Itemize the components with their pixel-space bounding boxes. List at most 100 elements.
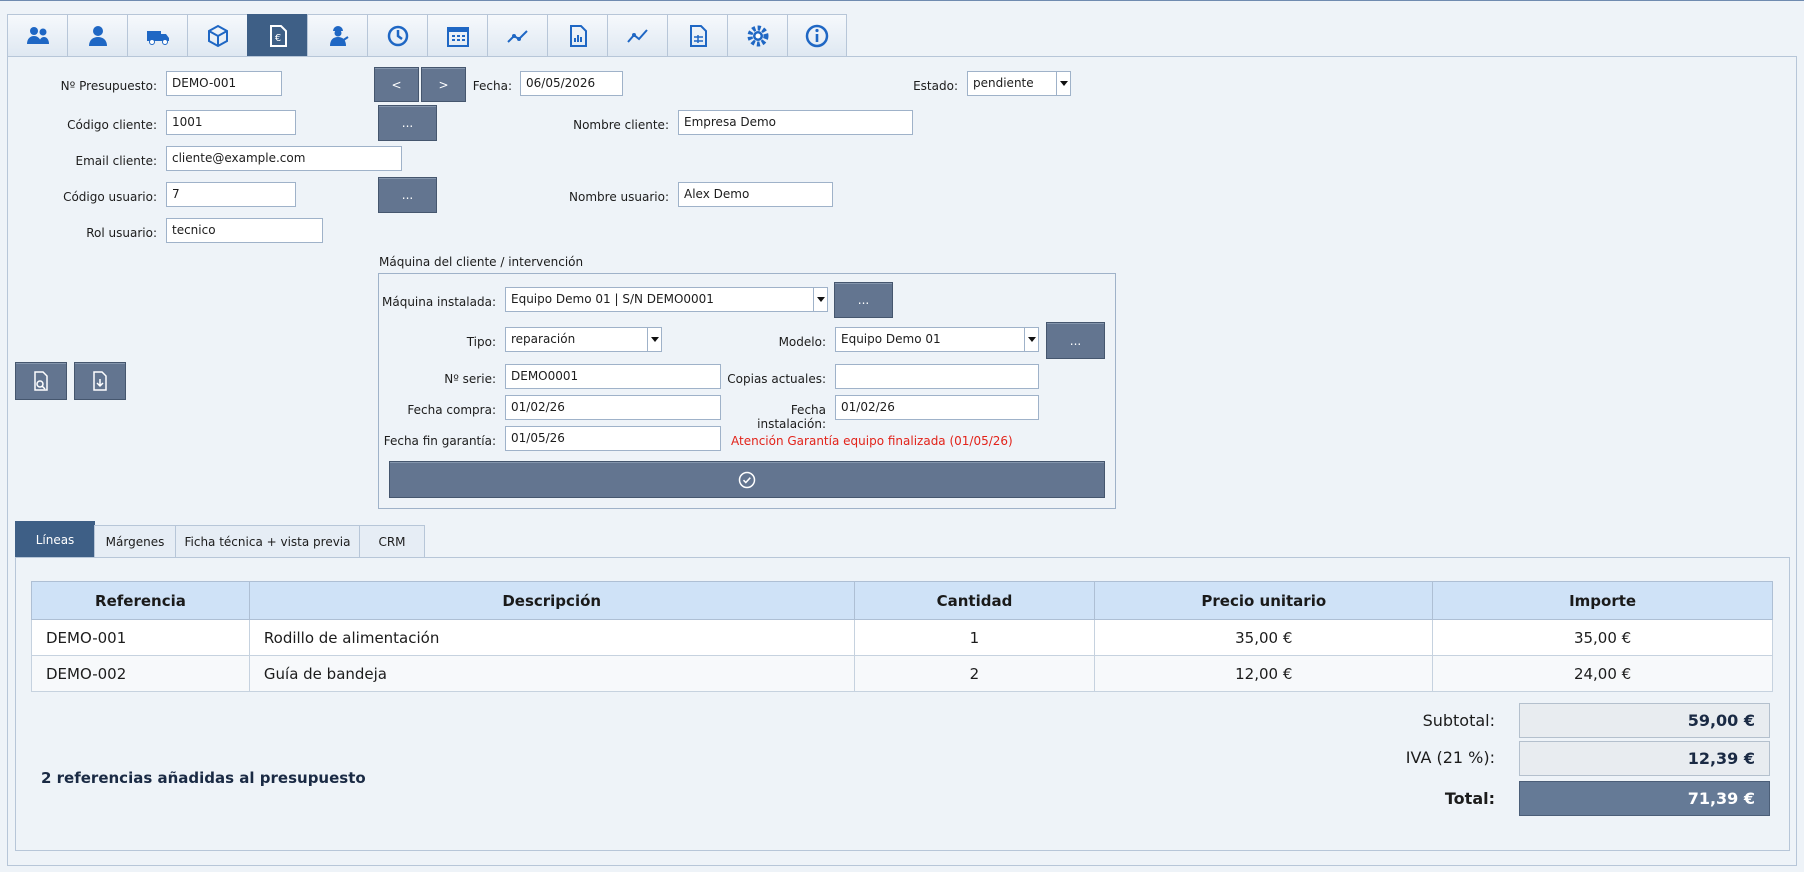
column-header-referencia[interactable]: Referencia [31,581,250,620]
subtotal-label: Subtotal: [1422,711,1495,730]
trend-chart-icon [626,28,648,43]
table-row[interactable]: DEMO-001 Rodillo de alimentación 1 35,00… [31,619,1773,656]
previous-button[interactable]: < [374,67,419,102]
chevron-down-icon[interactable] [813,288,827,311]
search-user-button[interactable]: ... [378,177,437,213]
spreadsheet-icon [689,24,707,47]
toolbar-settings-button[interactable] [727,14,787,57]
fecha-instalacion-input[interactable]: 01/02/26 [835,395,1039,420]
line-chart-icon [506,29,528,43]
column-header-precio-unitario[interactable]: Precio unitario [1094,581,1434,620]
clock-icon [387,25,408,46]
total-label: Total: [1444,789,1495,808]
toolbar-products-button[interactable] [187,14,247,57]
column-header-cantidad[interactable]: Cantidad [853,581,1096,620]
iva-label: IVA (21 %): [1405,748,1495,767]
cell-cantidad[interactable]: 2 [853,655,1096,692]
nombre-cliente-input[interactable]: Empresa Demo [678,110,913,135]
cell-referencia[interactable]: DEMO-002 [31,655,250,692]
truck-icon [146,30,169,45]
presupuesto-input[interactable]: DEMO-001 [166,71,282,96]
copias-input[interactable] [835,364,1039,389]
table-row[interactable]: DEMO-002 Guía de bandeja 2 12,00 € 24,00… [31,655,1773,692]
subtotal-value: 59,00 € [1519,703,1770,738]
codigo-cliente-label: Código cliente: [67,118,157,132]
maquina-instalada-select[interactable]: Equipo Demo 01 | S/N DEMO0001 [505,287,828,312]
tipo-select[interactable]: reparación [505,327,662,352]
toolbar-reports-button[interactable] [547,14,607,57]
modelo-label: Modelo: [778,335,826,349]
tab-crm[interactable]: CRM [359,525,425,558]
search-client-button[interactable]: ... [378,105,437,141]
codigo-cliente-input[interactable]: 1001 [166,110,296,135]
window-top-border [0,0,1804,1]
machine-browse-button[interactable]: ... [834,282,893,318]
codigo-usuario-input[interactable]: 7 [166,182,296,207]
fecha-compra-input[interactable]: 01/02/26 [505,395,721,420]
cell-precio-unitario[interactable]: 35,00 € [1094,619,1434,656]
chevron-down-icon[interactable] [1056,72,1070,95]
column-header-importe[interactable]: Importe [1432,581,1773,620]
user-icon [88,25,107,46]
report-icon [569,24,587,47]
toolbar-about-button[interactable] [787,14,847,57]
tab-margenes[interactable]: Márgenes [94,525,176,558]
rol-input[interactable]: tecnico [166,218,323,243]
fecha-input[interactable]: 06/05/2026 [520,71,623,96]
total-value: 71,39 € [1519,781,1770,816]
model-browse-button[interactable]: ... [1046,322,1105,359]
serie-label: Nº serie: [444,372,496,386]
toolbar-budgets-button[interactable]: € [247,14,307,57]
toolbar-user-button[interactable] [67,14,127,57]
toolbar-delivery-button[interactable] [127,14,187,57]
svg-text:€: € [274,33,280,44]
tipo-label: Tipo: [466,335,496,349]
copias-label: Copias actuales: [727,372,826,386]
fin-garantia-input[interactable]: 01/05/26 [505,426,721,451]
cell-precio-unitario[interactable]: 12,00 € [1094,655,1434,692]
export-pdf-button[interactable] [74,362,126,400]
estado-value: pendiente [973,76,1034,90]
tab-ficha-tecnica[interactable]: Ficha técnica + vista previa [175,525,360,558]
email-input[interactable]: cliente@example.com [166,146,402,171]
modelo-value: Equipo Demo 01 [841,332,941,346]
serie-input[interactable]: DEMO0001 [505,364,721,389]
toolbar-trends-button[interactable] [607,14,667,57]
maquina-instalada-label: Máquina instalada: [382,295,496,309]
document-export-icon [93,371,107,391]
toolbar-users-button[interactable] [7,14,67,57]
toolbar-technicians-button[interactable] [307,14,367,57]
cell-importe[interactable]: 35,00 € [1432,619,1773,656]
tab-margenes-label: Márgenes [105,534,165,549]
preview-pdf-button[interactable] [15,362,67,400]
cell-importe[interactable]: 24,00 € [1432,655,1773,692]
cell-referencia[interactable]: DEMO-001 [31,619,250,656]
cell-descripcion[interactable]: Guía de bandeja [248,655,855,692]
toolbar-stats-button[interactable] [487,14,547,57]
estado-select[interactable]: pendiente [967,71,1071,96]
tab-lineas[interactable]: Líneas [15,521,95,558]
chevron-down-icon[interactable] [1024,328,1038,351]
main-toolbar: € [7,14,847,57]
warranty-warning: Atención Garantía equipo finalizada (01/… [731,434,1013,448]
machine-group-title: Máquina del cliente / intervención [379,255,584,269]
presupuesto-label: Nº Presupuesto: [60,79,157,93]
toolbar-calendar-button[interactable] [427,14,487,57]
technician-icon [329,25,349,46]
modelo-select[interactable]: Equipo Demo 01 [835,327,1039,352]
toolbar-history-button[interactable] [367,14,427,57]
users-icon [26,26,49,44]
confirm-machine-button[interactable] [389,461,1105,498]
chevron-down-icon[interactable] [647,328,661,351]
table-header-row: Referencia Descripción Cantidad Precio u… [31,581,1773,620]
cell-descripcion[interactable]: Rodillo de alimentación [248,619,855,656]
tab-ficha-tecnica-label: Ficha técnica + vista previa [184,534,351,549]
column-header-descripcion[interactable]: Descripción [248,581,855,620]
maquina-instalada-value: Equipo Demo 01 | S/N DEMO0001 [511,292,714,306]
nombre-usuario-input[interactable]: Alex Demo [678,182,833,207]
lines-table: Referencia Descripción Cantidad Precio u… [31,581,1773,692]
fecha-label: Fecha: [472,79,512,93]
toolbar-sheets-button[interactable] [667,14,727,57]
cell-cantidad[interactable]: 1 [853,619,1096,656]
check-circle-icon [738,471,756,488]
